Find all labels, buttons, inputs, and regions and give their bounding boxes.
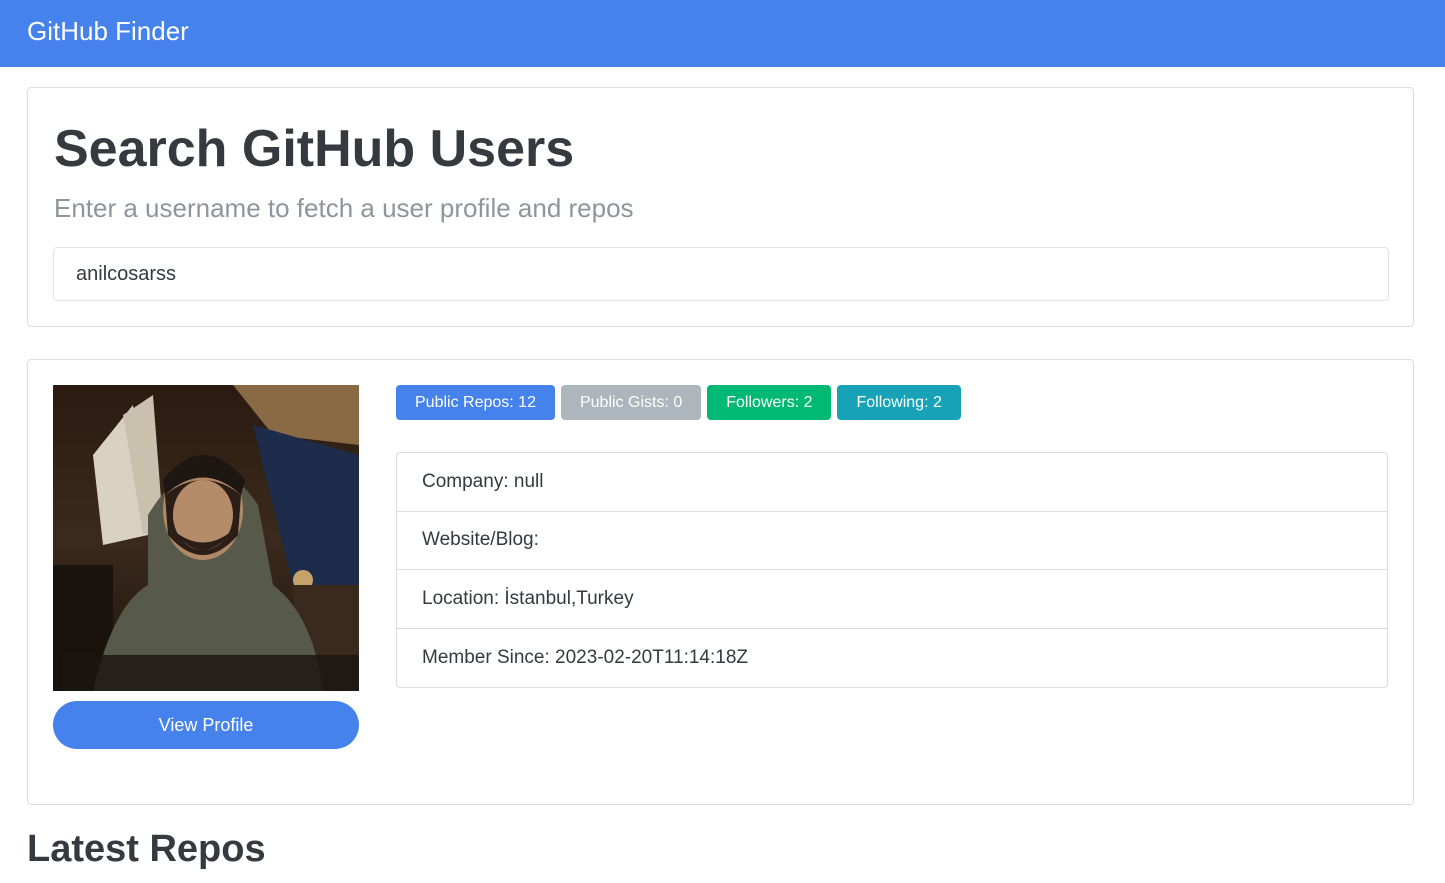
page-subtitle: Enter a username to fetch a user profile…	[54, 193, 634, 223]
website-item: Website/Blog:	[397, 512, 1387, 570]
stats-badges: Public Repos: 12 Public Gists: 0 Followe…	[396, 385, 961, 421]
brand-title[interactable]: GitHub Finder	[27, 15, 189, 47]
avatar-photo	[53, 385, 359, 691]
page-title: Search GitHub Users	[54, 120, 575, 178]
followers-badge: Followers: 2	[707, 385, 832, 420]
search-input[interactable]	[53, 247, 1389, 301]
view-profile-button[interactable]: View Profile	[53, 701, 359, 749]
location-item: Location: İstanbul,Turkey	[397, 570, 1387, 629]
navbar: GitHub Finder	[0, 0, 1445, 67]
profile-details-list: Company: null Website/Blog: Location: İs…	[396, 452, 1388, 688]
public-gists-badge: Public Gists: 0	[560, 385, 702, 420]
search-card: Search GitHub Users Enter a username to …	[27, 87, 1414, 327]
latest-repos-heading: Latest Repos	[27, 828, 266, 870]
public-repos-badge: Public Repos: 12	[396, 385, 555, 420]
avatar	[53, 385, 359, 691]
profile-card: View Profile Public Repos: 12 Public Gis…	[27, 359, 1414, 805]
member-since-item: Member Since: 2023-02-20T11:14:18Z	[422, 646, 748, 668]
company-item: Company: null	[397, 453, 1387, 512]
following-badge: Following: 2	[837, 385, 961, 420]
